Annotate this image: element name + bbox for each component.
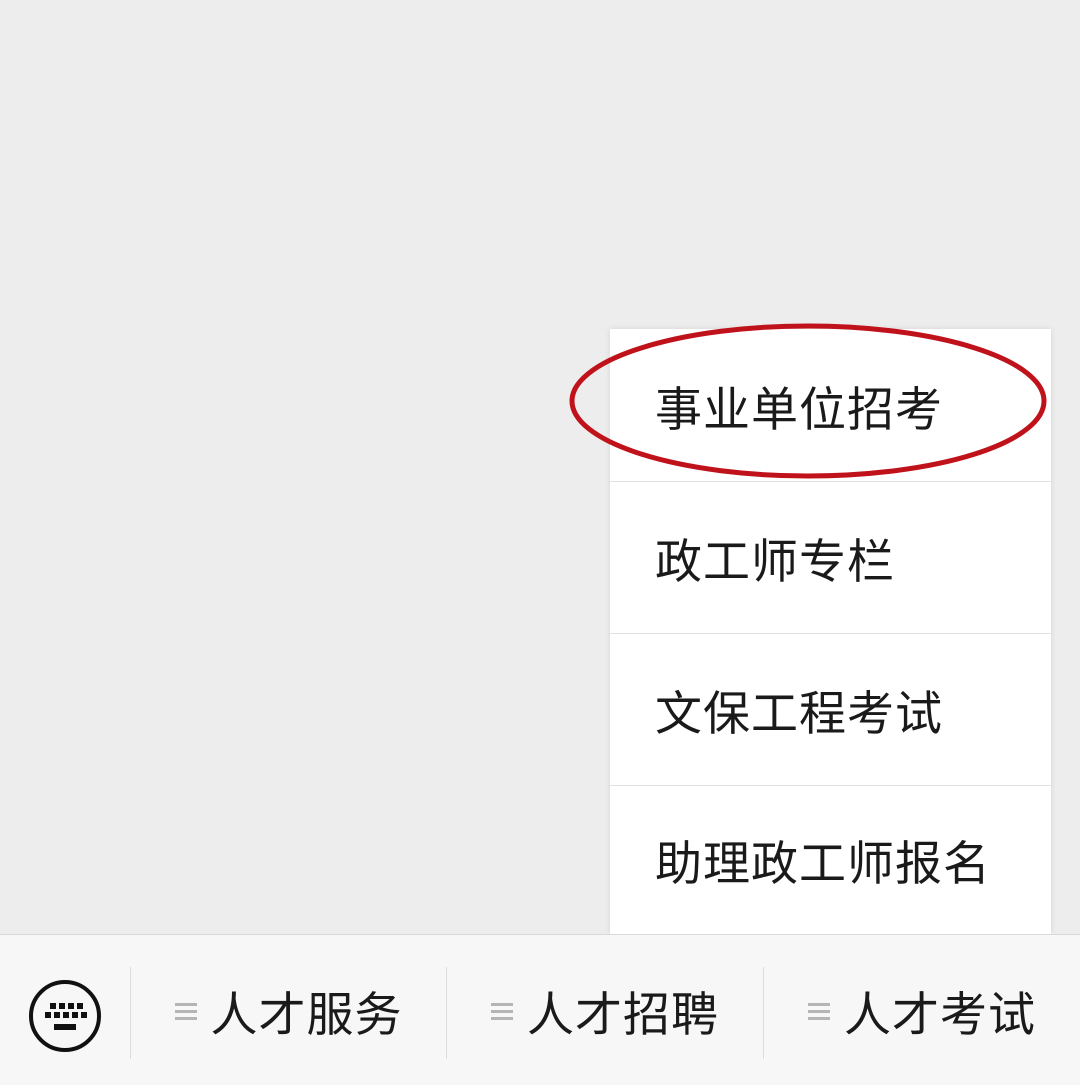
submenu-popup: 事业单位招考 政工师专栏 文保工程考试 助理政工师报名 bbox=[610, 329, 1051, 934]
menu-lines-icon bbox=[808, 1002, 830, 1020]
menu-talent-recruitment[interactable]: 人才招聘 bbox=[447, 935, 763, 1085]
keyboard-icon bbox=[29, 980, 101, 1052]
menu-talent-services[interactable]: 人才服务 bbox=[131, 935, 446, 1085]
submenu-item-assistant-political-engineer-registration[interactable]: 助理政工师报名 bbox=[610, 785, 1051, 934]
menu-label: 人才服务 bbox=[210, 988, 403, 1043]
menu-label: 人才考试 bbox=[844, 988, 1036, 1043]
menu-label: 人才招聘 bbox=[527, 988, 719, 1043]
submenu-item-political-engineer-column[interactable]: 政工师专栏 bbox=[610, 481, 1051, 633]
submenu-item-label: 助理政工师报名 bbox=[655, 837, 991, 892]
submenu-item-label: 文保工程考试 bbox=[655, 686, 943, 742]
menu-lines-icon bbox=[491, 1002, 513, 1020]
submenu-item-label: 政工师专栏 bbox=[655, 534, 895, 590]
bottom-menu-bar: 人才服务 人才招聘 人才考试 bbox=[0, 934, 1080, 1085]
submenu-item-heritage-engineering-exam[interactable]: 文保工程考试 bbox=[610, 633, 1051, 785]
menu-lines-icon bbox=[174, 1002, 197, 1020]
menu-talent-exams[interactable]: 人才考试 bbox=[764, 935, 1080, 1085]
submenu-item-label: 事业单位招考 bbox=[655, 382, 943, 438]
chat-screen: 事业单位招考 政工师专栏 文保工程考试 助理政工师报名 人才服务 人才招聘 人才… bbox=[0, 0, 1080, 1085]
submenu-item-public-institution-exam[interactable]: 事业单位招考 bbox=[610, 329, 1051, 481]
keyboard-toggle-button[interactable] bbox=[28, 979, 102, 1053]
